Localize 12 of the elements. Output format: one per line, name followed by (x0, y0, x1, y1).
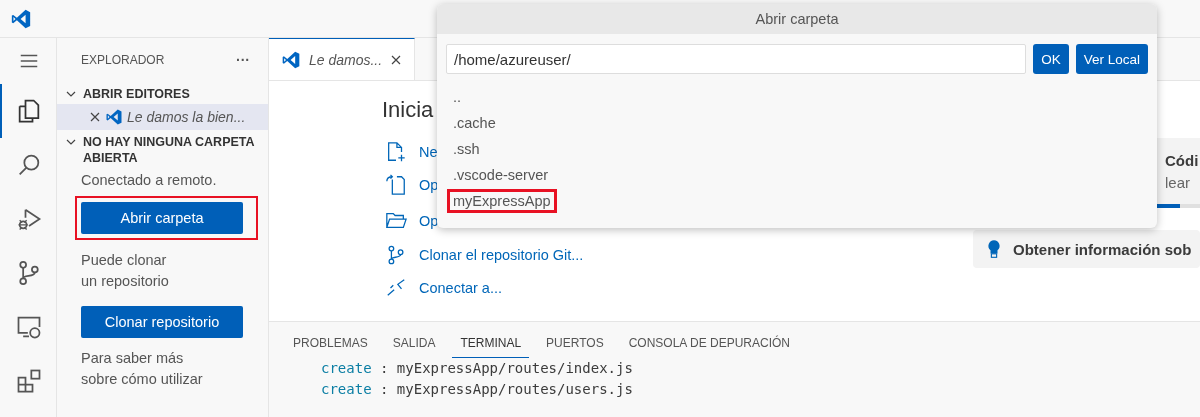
dialog-title: Abrir carpeta (755, 11, 839, 27)
sidebar-title: EXPLORADOR (81, 53, 165, 67)
welcome-heading: Inicia (382, 97, 434, 123)
learn-more-text: Para saber más (81, 349, 185, 368)
walkthrough-title: Códi (1165, 152, 1200, 169)
status-text: Conectado a remoto. (81, 172, 218, 188)
terminal-line: create : myExpressApp/routes/users.js (320, 380, 634, 399)
learn-more-text: sobre cómo utilizar (81, 370, 204, 389)
walkthrough-subtitle: lear (1165, 174, 1191, 191)
terminal-line: create : myExpressApp/routes/index.js (320, 359, 634, 378)
clone-hint-text: Puede clonar (81, 251, 168, 270)
clone-hint-text: un repositorio (81, 272, 170, 291)
